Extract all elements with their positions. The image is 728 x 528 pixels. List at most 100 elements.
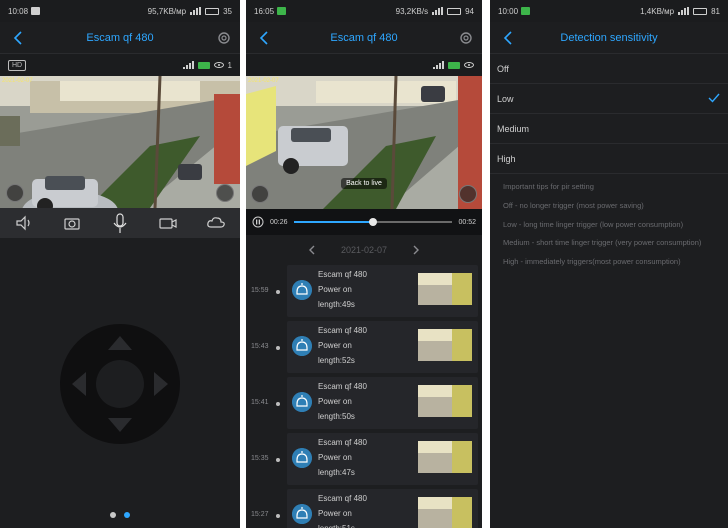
- status-time: 16:05: [254, 6, 275, 16]
- event-card[interactable]: Escam qf 480 Power on length:49s: [287, 265, 478, 317]
- battery-level: 81: [711, 6, 720, 16]
- tip-low: Low - long time linger trigger (low powe…: [503, 219, 684, 229]
- event-type: Power on: [318, 285, 352, 294]
- check-icon: [708, 93, 720, 103]
- eye-icon: [213, 62, 224, 68]
- notification-icon: [31, 7, 41, 15]
- microphone-icon[interactable]: [109, 212, 131, 234]
- prev-date-icon[interactable]: [307, 244, 317, 256]
- video-timestamp: 2021-02-07: [2, 78, 33, 84]
- status-bar: 10:08 95,7KB/мр 35: [0, 0, 240, 22]
- camera-info-bar: HD 1: [0, 54, 240, 76]
- option-label: High: [497, 153, 516, 164]
- event-row: 15:41 Escam qf 480 Power on length:50s: [246, 377, 482, 429]
- network-speed: 93,2KB/s: [395, 6, 429, 16]
- camera-battery-icon: [448, 61, 460, 69]
- back-to-live: Back to live: [246, 178, 482, 189]
- pir-tips: Important tips for pir setting Off - no …: [490, 174, 728, 284]
- playback-bar: 00:26 00:52: [246, 209, 482, 235]
- battery-icon: [447, 7, 462, 15]
- alarm-icon: [292, 336, 312, 356]
- notification-icon: [521, 7, 531, 15]
- pause-icon[interactable]: [252, 216, 264, 228]
- option-off[interactable]: Off: [490, 54, 728, 84]
- camera-icon[interactable]: [61, 212, 83, 234]
- event-length: length:52s: [318, 356, 355, 365]
- event-time: 15:59: [251, 287, 269, 294]
- event-card[interactable]: Escam qf 480 Power on length:52s: [287, 321, 478, 373]
- page-title: Escam qf 480: [86, 31, 154, 44]
- chevron-left-icon[interactable]: [256, 29, 272, 47]
- alarm-icon: [292, 448, 312, 468]
- event-row: 15:43 Escam qf 480 Power on length:52s: [246, 321, 482, 373]
- timeline-dot: [276, 290, 280, 294]
- date-label[interactable]: 2021-02-07: [341, 245, 387, 255]
- playback-track[interactable]: [293, 218, 453, 226]
- date-selector: 2021-02-07: [246, 235, 482, 265]
- status-time: 10:00: [498, 6, 519, 16]
- wifi-signal-icon: [433, 61, 444, 69]
- chevron-left-icon[interactable]: [500, 29, 516, 47]
- event-type: Power on: [318, 341, 352, 350]
- next-date-icon[interactable]: [411, 244, 421, 256]
- timeline-dot: [276, 402, 280, 406]
- alarm-icon: [292, 280, 312, 300]
- event-type: Power on: [318, 453, 352, 462]
- event-length: length:47s: [318, 468, 355, 477]
- page-dot-active[interactable]: [124, 512, 130, 518]
- street-scene: [0, 76, 240, 208]
- event-card[interactable]: Escam qf 480 Power on length:47s: [287, 433, 478, 485]
- alarm-icon: [292, 392, 312, 412]
- screenshot-icon[interactable]: [459, 185, 477, 203]
- event-time: 15:43: [251, 343, 269, 350]
- playback-screen: 16:05 93,2KB/s 94 Escam qf 480 2021-02-0…: [246, 0, 482, 528]
- playback-video[interactable]: 2021-02-07: [246, 76, 482, 209]
- screenshot-icon[interactable]: [216, 184, 234, 202]
- option-label: Medium: [497, 123, 530, 134]
- hd-quality-toggle[interactable]: HD: [8, 59, 27, 71]
- option-medium[interactable]: Medium: [490, 114, 728, 144]
- chevron-left-icon[interactable]: [10, 29, 26, 47]
- total-time: 00:52: [458, 218, 476, 226]
- event-card[interactable]: Escam qf 480 Power on length:51s: [287, 489, 478, 528]
- option-low[interactable]: Low: [490, 84, 728, 114]
- event-card[interactable]: Escam qf 480 Power on length:50s: [287, 377, 478, 429]
- fullscreen-icon[interactable]: [251, 185, 269, 203]
- signal-icon: [678, 7, 690, 15]
- event-time: 15:35: [251, 455, 269, 462]
- live-view-screen: 10:08 95,7KB/мр 35 Escam qf 480 HD 1 202…: [0, 0, 240, 528]
- page-dot[interactable]: [110, 512, 116, 518]
- tip-off: Off - no longer trigger (most power savi…: [503, 200, 644, 210]
- cloud-icon[interactable]: [205, 212, 227, 234]
- event-length: length:51s: [318, 524, 355, 528]
- gear-icon[interactable]: [216, 30, 232, 46]
- battery-level: 94: [465, 6, 474, 16]
- tips-heading: Important tips for pir setting: [503, 182, 594, 191]
- event-type: Power on: [318, 509, 352, 518]
- gear-icon[interactable]: [458, 30, 474, 46]
- event-row: 15:27 Escam qf 480 Power on length:51s: [246, 489, 482, 528]
- event-thumbnail: [418, 497, 472, 528]
- timeline-dot: [276, 458, 280, 462]
- camera-battery-icon: [197, 61, 210, 69]
- event-thumbnail: [418, 441, 472, 473]
- event-row: 15:35 Escam qf 480 Power on length:47s: [246, 433, 482, 485]
- option-label: Low: [497, 93, 514, 104]
- playback-knob[interactable]: [369, 218, 377, 226]
- eye-icon: [464, 62, 474, 68]
- video-record-icon[interactable]: [157, 212, 179, 234]
- speaker-icon[interactable]: [13, 212, 35, 234]
- video-timestamp: 2021-02-07: [248, 78, 279, 84]
- notification-icon: [277, 7, 287, 15]
- network-speed: 95,7KB/мр: [147, 6, 187, 16]
- back-to-live-button[interactable]: Back to live: [341, 178, 387, 189]
- control-bar: [0, 208, 240, 238]
- event-camera-name: Escam qf 480: [318, 270, 367, 279]
- event-camera-name: Escam qf 480: [318, 438, 367, 447]
- network-speed: 1,4KB/мр: [640, 6, 675, 16]
- live-video[interactable]: 2021-02-07: [0, 76, 240, 208]
- event-camera-name: Escam qf 480: [318, 494, 367, 503]
- event-thumbnail: [418, 273, 472, 305]
- option-high[interactable]: High: [490, 144, 728, 174]
- fullscreen-icon[interactable]: [6, 184, 24, 202]
